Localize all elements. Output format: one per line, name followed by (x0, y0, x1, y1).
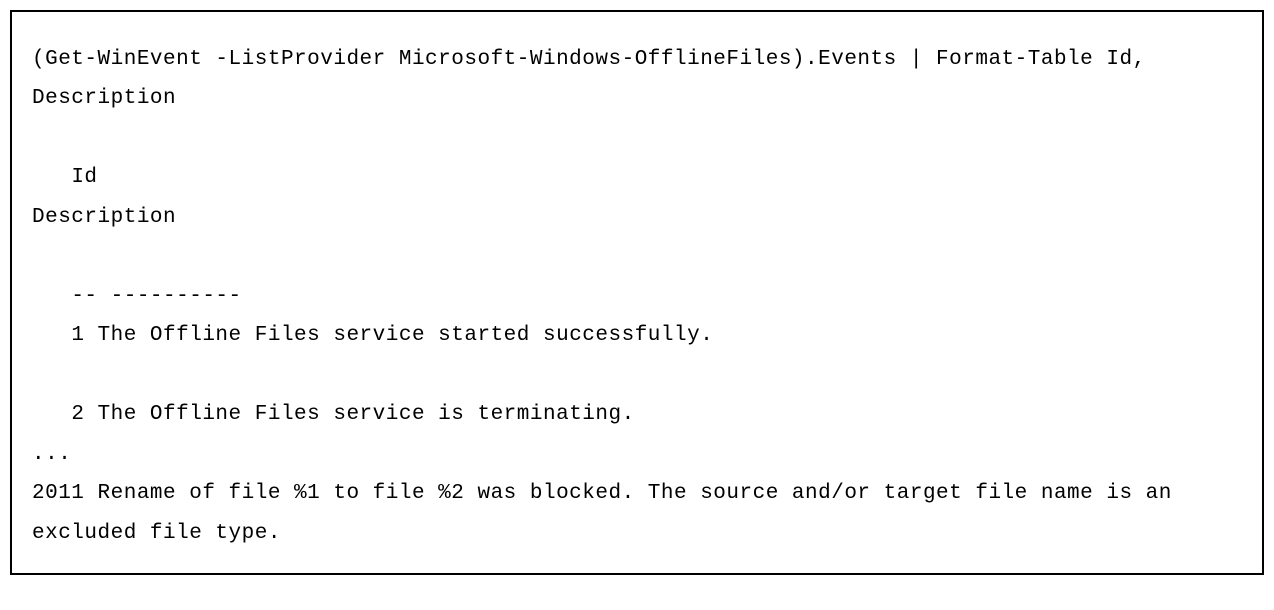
header-id: Id (32, 166, 98, 189)
event-entry-2011: 2011 Rename of file %1 to file %2 was bl… (32, 482, 1185, 544)
code-block: (Get-WinEvent -ListProvider Microsoft-Wi… (10, 10, 1264, 575)
event-entry-1: 1 The Offline Files service started succ… (32, 324, 713, 347)
divider-line: -- ---------- (32, 285, 242, 308)
command-line: (Get-WinEvent -ListProvider Microsoft-Wi… (32, 48, 1159, 110)
ellipsis: ... (32, 443, 71, 466)
header-description: Description (32, 206, 176, 229)
event-entry-2: 2 The Offline Files service is terminati… (32, 403, 635, 426)
